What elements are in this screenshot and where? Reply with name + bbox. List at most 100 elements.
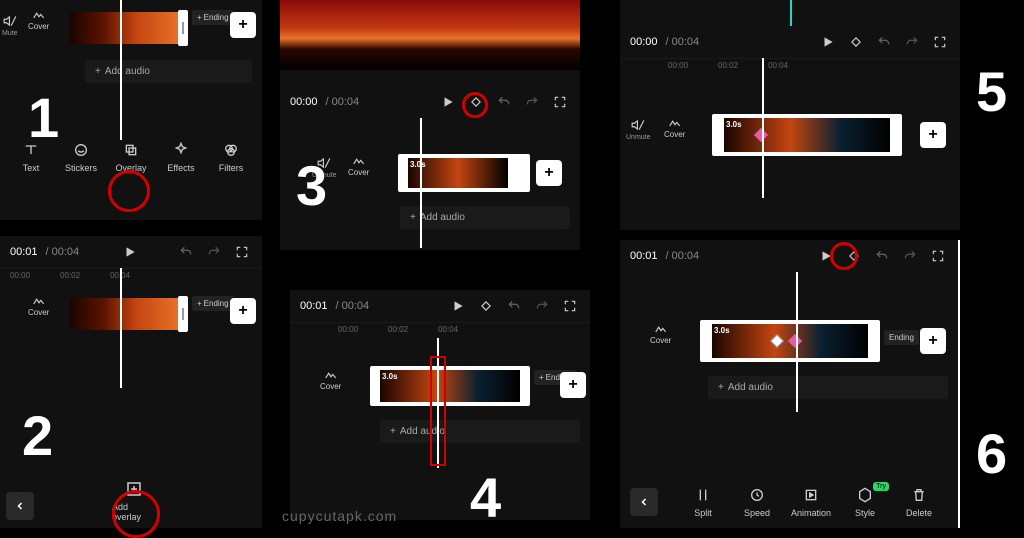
time-current: 00:00 bbox=[630, 36, 658, 48]
panel-2: 00:01 / 00:04 00:00 00:02 00:04 Cover +E… bbox=[0, 236, 262, 528]
overlay-clip[interactable]: 3.0s bbox=[398, 154, 530, 192]
playhead[interactable] bbox=[762, 58, 764, 198]
keyframe-button[interactable] bbox=[844, 246, 864, 266]
fullscreen-button[interactable] bbox=[550, 92, 570, 112]
step-number-6: 6 bbox=[976, 426, 1007, 482]
panel-4: 00:01 / 00:04 00:00 00:02 00:04 Cover 3.… bbox=[290, 290, 590, 520]
tool-split[interactable]: Split bbox=[681, 486, 725, 518]
undo-button[interactable] bbox=[494, 92, 514, 112]
playhead[interactable] bbox=[437, 338, 439, 468]
back-button[interactable] bbox=[630, 488, 658, 516]
video-clip[interactable] bbox=[70, 298, 180, 330]
playhead[interactable] bbox=[120, 268, 122, 388]
play-button[interactable] bbox=[448, 296, 468, 316]
fullscreen-button[interactable] bbox=[930, 32, 950, 52]
cover-button[interactable]: Cover bbox=[650, 324, 671, 345]
undo-button[interactable] bbox=[504, 296, 524, 316]
playhead[interactable] bbox=[420, 118, 422, 248]
play-button[interactable] bbox=[438, 92, 458, 112]
step-number-4: 4 bbox=[470, 470, 501, 526]
fullscreen-button[interactable] bbox=[560, 296, 580, 316]
tool-style[interactable]: StyleTry bbox=[843, 486, 887, 518]
fullscreen-button[interactable] bbox=[928, 246, 948, 266]
cover-button[interactable]: Cover bbox=[320, 370, 341, 391]
time-ruler-4[interactable]: 00:00 00:02 00:04 bbox=[290, 322, 590, 340]
clip-handle-right[interactable] bbox=[178, 10, 188, 46]
tool-speed[interactable]: Speed bbox=[735, 486, 779, 518]
time-ruler-5[interactable]: 00:00 00:02 00:04 bbox=[620, 58, 960, 76]
tool-label: Effects bbox=[167, 163, 194, 173]
add-clip-button[interactable]: + bbox=[536, 160, 562, 186]
cover-button[interactable]: Cover bbox=[28, 296, 49, 317]
redo-button[interactable] bbox=[532, 296, 552, 316]
add-audio-label: Add audio bbox=[105, 66, 150, 77]
cover-button[interactable]: Cover bbox=[664, 118, 685, 139]
add-clip-button[interactable]: + bbox=[920, 328, 946, 354]
redo-button[interactable] bbox=[522, 92, 542, 112]
add-clip-button[interactable]: + bbox=[560, 372, 586, 398]
overlay-clip[interactable]: 3.0s bbox=[700, 320, 880, 362]
add-audio-button[interactable]: + Add audio bbox=[380, 420, 580, 443]
keyframe-button[interactable] bbox=[466, 92, 486, 112]
play-button[interactable] bbox=[816, 246, 836, 266]
tool-animation[interactable]: Animation bbox=[789, 486, 833, 518]
step-number-5: 5 bbox=[976, 64, 1007, 120]
fullscreen-button[interactable] bbox=[232, 242, 252, 262]
add-clip-button[interactable]: + bbox=[230, 12, 256, 38]
play-button[interactable] bbox=[818, 32, 838, 52]
add-clip-button[interactable]: + bbox=[230, 298, 256, 324]
keyframe-button[interactable] bbox=[476, 296, 496, 316]
mute-toggle[interactable]: Mute bbox=[2, 14, 18, 37]
watermark: cupycutapk.com bbox=[282, 508, 397, 524]
video-preview[interactable] bbox=[280, 0, 580, 70]
playhead[interactable] bbox=[796, 272, 798, 412]
preview-playhead bbox=[790, 0, 792, 26]
tool-label: Stickers bbox=[65, 163, 97, 173]
unmute-toggle[interactable]: Unmute bbox=[626, 118, 651, 141]
cover-button[interactable]: Cover bbox=[28, 10, 49, 31]
playhead[interactable] bbox=[120, 0, 122, 140]
tool-stickers[interactable]: Stickers bbox=[59, 141, 103, 173]
undo-button[interactable] bbox=[176, 242, 196, 262]
add-audio-button[interactable]: + Add audio bbox=[708, 376, 948, 399]
ruler-tick: 00:00 bbox=[338, 325, 358, 338]
time-duration: / 00:04 bbox=[326, 96, 360, 108]
time-current: 00:01 bbox=[630, 250, 658, 262]
plus-icon: + bbox=[718, 382, 724, 393]
undo-button[interactable] bbox=[874, 32, 894, 52]
overlay-clip[interactable]: 3.0s bbox=[370, 366, 530, 406]
cover-label: Cover bbox=[28, 308, 49, 317]
cover-label: Cover bbox=[320, 382, 341, 391]
redo-button[interactable] bbox=[902, 32, 922, 52]
ending-button[interactable]: +Ending bbox=[192, 296, 234, 311]
undo-button[interactable] bbox=[872, 246, 892, 266]
ending-button[interactable]: +Ending bbox=[192, 10, 234, 25]
play-button[interactable] bbox=[120, 242, 140, 262]
tool-filters[interactable]: Filters bbox=[209, 141, 253, 173]
playbar-6: 00:01 / 00:04 bbox=[620, 240, 958, 272]
overlay-clip[interactable]: 3.0s bbox=[712, 114, 902, 156]
add-clip-button[interactable]: + bbox=[920, 122, 946, 148]
video-clip[interactable] bbox=[70, 12, 180, 44]
back-button[interactable] bbox=[6, 492, 34, 520]
tool-effects[interactable]: Effects bbox=[159, 141, 203, 173]
tool-delete[interactable]: Delete bbox=[897, 486, 941, 518]
mute-label: Mute bbox=[2, 30, 18, 37]
redo-button[interactable] bbox=[204, 242, 224, 262]
clip-handle-right[interactable] bbox=[178, 296, 188, 332]
cover-label: Cover bbox=[664, 130, 685, 139]
add-overlay-button[interactable]: Add overlay bbox=[112, 480, 156, 522]
tool-overlay[interactable]: Overlay bbox=[109, 141, 153, 173]
tool-label: Overlay bbox=[115, 163, 146, 173]
cover-button[interactable]: Cover bbox=[348, 156, 369, 177]
keyframe-button[interactable] bbox=[846, 32, 866, 52]
tool-label: Animation bbox=[791, 508, 831, 518]
ruler-tick: 00:02 bbox=[718, 61, 738, 74]
ending-button[interactable]: Ending bbox=[884, 330, 919, 345]
ruler-tick: 00:04 bbox=[768, 61, 788, 74]
add-audio-button[interactable]: + Add audio bbox=[85, 60, 252, 83]
time-ruler-2[interactable]: 00:00 00:02 00:04 bbox=[0, 268, 262, 286]
redo-button[interactable] bbox=[900, 246, 920, 266]
add-audio-button[interactable]: + Add audio bbox=[400, 206, 570, 229]
add-audio-label: Add audio bbox=[728, 382, 773, 393]
